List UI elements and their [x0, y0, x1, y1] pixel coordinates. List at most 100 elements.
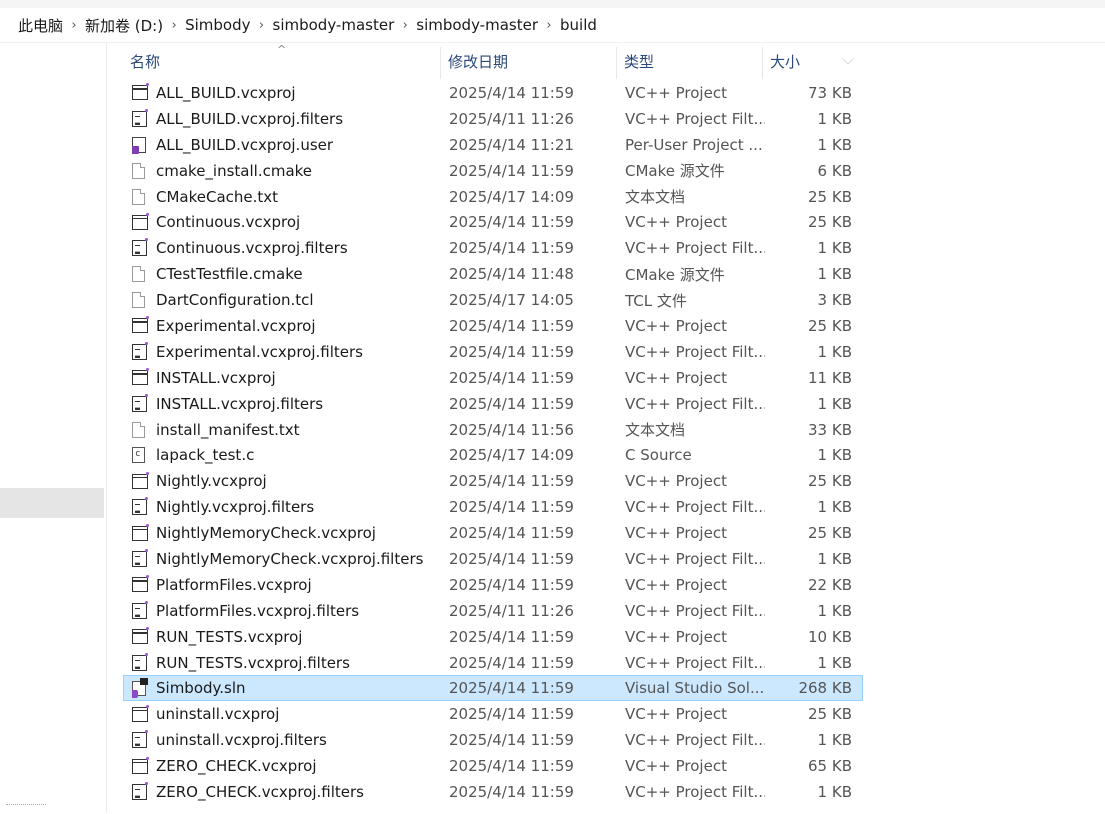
- file-row[interactable]: Nightly.vcxproj 2025/4/14 11:59 VC++ Proje…: [123, 468, 863, 494]
- file-name[interactable]: cmake_install.cmake: [156, 159, 446, 183]
- file-type: VC++ Project: [625, 705, 727, 724]
- file-row[interactable]: lapack_test.c2025/4/17 14:09 C Source 1 KB: [123, 442, 863, 468]
- column-divider[interactable]: [616, 47, 617, 79]
- file-row[interactable]: DartConfiguration.tcl 2025/4/17 14:05 TCL …: [123, 287, 863, 313]
- file-name[interactable]: uninstall.vcxproj.filters: [156, 728, 446, 752]
- window-top-strip: [0, 0, 1105, 8]
- breadcrumb-item-this-pc[interactable]: 此电脑: [0, 15, 67, 36]
- file-name[interactable]: ALL_BUILD.vcxproj: [156, 81, 446, 105]
- file-icon-cell: [132, 443, 150, 467]
- file-size: 3 KB: [817, 291, 852, 310]
- file-size: 22 KB: [808, 575, 852, 594]
- file-name[interactable]: CMakeCache.txt: [156, 185, 446, 209]
- file-size: 268 KB: [798, 679, 852, 698]
- file-name[interactable]: INSTALL.vcxproj: [156, 366, 446, 390]
- file-row[interactable]: Continuous.vcxproj 2025/4/14 11:59 VC++ Pr…: [123, 209, 863, 235]
- file-name[interactable]: Experimental.vcxproj.filters: [156, 340, 446, 364]
- column-divider[interactable]: [440, 47, 441, 79]
- file-type: VC++ Project: [625, 627, 727, 646]
- file-name[interactable]: Continuous.vcxproj: [156, 210, 446, 234]
- navigation-pane[interactable]: [0, 43, 107, 813]
- file-row[interactable]: ALL_BUILD.vcxproj 2025/4/14 11:59 VC++ Pro…: [123, 80, 863, 106]
- file-type: VC++ Project: [625, 316, 727, 335]
- file-row[interactable]: PlatformFiles.vcxproj 2025/4/14 11:59 VC++…: [123, 572, 863, 598]
- file-name[interactable]: RUN_TESTS.vcxproj: [156, 625, 446, 649]
- chevron-right-icon[interactable]: ›: [167, 18, 181, 33]
- file-row[interactable]: ZERO_CHECK.vcxproj 2025/4/14 11:59 VC++ Pr…: [123, 753, 863, 779]
- column-header-type[interactable]: 类型: [624, 43, 764, 79]
- file-row[interactable]: ZERO_CHECK.vcxproj.filters 2025/4/14 11:5…: [123, 779, 863, 805]
- file-name[interactable]: install_manifest.txt: [156, 418, 446, 442]
- file-name[interactable]: Continuous.vcxproj.filters: [156, 236, 446, 260]
- breadcrumb-item-simbody-master-inner[interactable]: simbody-master: [412, 16, 542, 34]
- file-name[interactable]: NightlyMemoryCheck.vcxproj.filters: [156, 547, 446, 571]
- file-name[interactable]: ALL_BUILD.vcxproj.user: [156, 133, 446, 157]
- breadcrumb-item-simbody[interactable]: Simbody: [181, 16, 254, 34]
- file-row[interactable]: uninstall.vcxproj.filters 2025/4/14 11:59…: [123, 727, 863, 753]
- file-row[interactable]: ALL_BUILD.vcxproj.user 2025/4/14 11:21 Per…: [123, 132, 863, 158]
- file-type: VC++ Project: [625, 213, 727, 232]
- file-modified-date: 2025/4/14 11:59: [449, 498, 574, 517]
- file-row[interactable]: CMakeCache.txt 2025/4/17 14:09 文本文档 25 KB: [123, 184, 863, 210]
- file-row[interactable]: RUN_TESTS.vcxproj.filters 2025/4/14 11:59…: [123, 650, 863, 676]
- file-name[interactable]: Experimental.vcxproj: [156, 314, 446, 338]
- chevron-right-icon[interactable]: ›: [255, 18, 269, 33]
- file-icon-cell: [132, 521, 150, 545]
- file-type: VC++ Project Filt...: [625, 653, 765, 672]
- breadcrumb-item-simbody-master[interactable]: simbody-master: [269, 16, 399, 34]
- file-name[interactable]: DartConfiguration.tcl: [156, 288, 446, 312]
- file-row[interactable]: NightlyMemoryCheck.vcxproj.filters 2025/4…: [123, 546, 863, 572]
- file-row[interactable]: install_manifest.txt 2025/4/14 11:56 文本文档 3…: [123, 417, 863, 443]
- file-row[interactable]: Continuous.vcxproj.filters 2025/4/14 11:5…: [123, 235, 863, 261]
- c-source-icon: [132, 447, 145, 464]
- file-icon-cell: [132, 392, 150, 416]
- file-name[interactable]: uninstall.vcxproj: [156, 702, 446, 726]
- file-name[interactable]: PlatformFiles.vcxproj.filters: [156, 599, 446, 623]
- file-row[interactable]: ALL_BUILD.vcxproj.filters 2025/4/11 11:26…: [123, 106, 863, 132]
- navigation-pane-selected-item[interactable]: [0, 488, 104, 518]
- chevron-right-icon[interactable]: ›: [67, 18, 81, 33]
- file-row[interactable]: Simbody.sln 2025/4/14 11:59 Visual Studio …: [123, 675, 863, 702]
- breadcrumb-item-drive-d[interactable]: 新加卷 (D:): [81, 15, 167, 36]
- file-row[interactable]: Nightly.vcxproj.filters 2025/4/14 11:59 VC…: [123, 494, 863, 520]
- file-name[interactable]: lapack_test.c: [156, 443, 446, 467]
- file-row[interactable]: PlatformFiles.vcxproj.filters 2025/4/11 1…: [123, 598, 863, 624]
- file-name[interactable]: Simbody.sln: [156, 676, 446, 700]
- breadcrumb-item-build[interactable]: build: [556, 16, 601, 34]
- file-row[interactable]: RUN_TESTS.vcxproj 2025/4/14 11:59 VC++ Pro…: [123, 624, 863, 650]
- column-divider[interactable]: [762, 47, 763, 79]
- file-modified-date: 2025/4/14 11:59: [449, 524, 574, 543]
- file-icon-cell: [132, 236, 150, 260]
- column-header-date[interactable]: 修改日期: [448, 43, 618, 79]
- file-name[interactable]: RUN_TESTS.vcxproj.filters: [156, 651, 446, 675]
- file-icon-cell: [132, 728, 150, 752]
- file-row[interactable]: CTestTestfile.cmake 2025/4/14 11:48 CMake …: [123, 261, 863, 287]
- file-row[interactable]: Experimental.vcxproj 2025/4/14 11:59 VC++ …: [123, 313, 863, 339]
- file-row[interactable]: cmake_install.cmake 2025/4/14 11:59 CMake …: [123, 158, 863, 184]
- file-icon-cell: [132, 780, 150, 804]
- file-row[interactable]: NightlyMemoryCheck.vcxproj 2025/4/14 11:5…: [123, 520, 863, 546]
- file-row[interactable]: uninstall.vcxproj 2025/4/14 11:59 VC++ Pro…: [123, 701, 863, 727]
- file-name[interactable]: NightlyMemoryCheck.vcxproj: [156, 521, 446, 545]
- file-name[interactable]: INSTALL.vcxproj.filters: [156, 392, 446, 416]
- file-modified-date: 2025/4/14 11:59: [449, 575, 574, 594]
- file-row[interactable]: INSTALL.vcxproj 2025/4/14 11:59 VC++ Proje…: [123, 365, 863, 391]
- file-row[interactable]: INSTALL.vcxproj.filters 2025/4/14 11:59 VC…: [123, 391, 863, 417]
- file-size: 1 KB: [817, 601, 852, 620]
- chevron-right-icon[interactable]: ›: [542, 18, 556, 33]
- chevron-right-icon[interactable]: ›: [398, 18, 412, 33]
- file-name[interactable]: ZERO_CHECK.vcxproj: [156, 754, 446, 778]
- file-size: 65 KB: [808, 757, 852, 776]
- column-header-name[interactable]: 名称: [130, 43, 440, 79]
- file-name[interactable]: CTestTestfile.cmake: [156, 262, 446, 286]
- document-icon: [132, 266, 145, 283]
- file-name[interactable]: Nightly.vcxproj: [156, 469, 446, 493]
- file-icon-cell: [132, 340, 150, 364]
- file-modified-date: 2025/4/14 11:59: [449, 213, 574, 232]
- file-name[interactable]: PlatformFiles.vcxproj: [156, 573, 446, 597]
- file-name[interactable]: Nightly.vcxproj.filters: [156, 495, 446, 519]
- file-name[interactable]: ALL_BUILD.vcxproj.filters: [156, 107, 446, 131]
- file-name[interactable]: ZERO_CHECK.vcxproj.filters: [156, 780, 446, 804]
- file-row[interactable]: Experimental.vcxproj.filters 2025/4/14 11…: [123, 339, 863, 365]
- document-icon: [132, 188, 145, 205]
